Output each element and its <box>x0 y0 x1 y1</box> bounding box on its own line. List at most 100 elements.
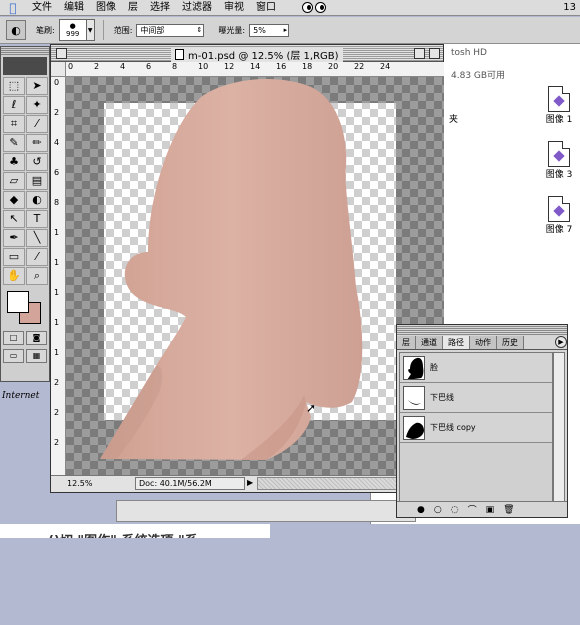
eraser-icon[interactable]: ▱ <box>3 172 25 190</box>
tab-channels[interactable]: 通道 <box>416 336 443 349</box>
hand-icon[interactable]: ✋ <box>3 267 25 285</box>
image-file-icon <box>548 196 570 222</box>
lasso-icon[interactable]: ℓ <box>3 96 25 114</box>
eyedropper-icon[interactable]: ⁄ <box>26 248 48 266</box>
tools-titlebar[interactable] <box>1 47 49 55</box>
paths-titlebar[interactable] <box>397 325 567 335</box>
dodge-tool-icon[interactable]: ◐ <box>6 20 26 40</box>
path-row-face[interactable]: 脸 <box>400 353 552 383</box>
slice-icon[interactable]: ⁄ <box>26 115 48 133</box>
ruler-tick-label: 4 <box>54 138 60 147</box>
crop-icon[interactable]: ⌗ <box>3 115 25 133</box>
document-title-group: m-01.psd @ 12.5% (层 1,RGB) <box>171 47 343 62</box>
magic-wand-icon[interactable]: ✦ <box>26 96 48 114</box>
gradient-icon[interactable]: ▤ <box>26 172 48 190</box>
ruler-tick-label: 18 <box>302 62 313 71</box>
ruler-tick-label: 8 <box>172 62 178 71</box>
apple-menu-icon[interactable]:  <box>0 1 26 15</box>
marquee-icon[interactable]: ⬚ <box>3 77 25 95</box>
zoom-level[interactable]: 12.5% <box>67 479 92 488</box>
file-image-3[interactable]: 图像 3 <box>537 141 580 180</box>
ruler-tick-label: 20 <box>328 62 339 71</box>
menu-view[interactable]: 审视 <box>218 0 250 16</box>
menu-image[interactable]: 图像 <box>90 0 122 16</box>
pencil-icon[interactable]: ✏ <box>26 134 48 152</box>
tab-paths[interactable]: 路径 <box>443 336 470 349</box>
ruler-tick-label: 1 <box>54 288 60 297</box>
line-icon[interactable]: ╲ <box>26 229 48 247</box>
vertical-ruler[interactable]: 0 2 4 6 8 1 1 1 1 1 2 2 2 <box>51 77 66 476</box>
stamp-icon[interactable]: ♣ <box>3 153 25 171</box>
image-canvas[interactable] <box>66 77 444 476</box>
path-thumbnail <box>403 415 425 440</box>
type-icon[interactable]: T <box>26 210 48 228</box>
doc-size-info[interactable]: Doc: 40.1M/56.2M <box>135 477 245 490</box>
zoom-icon[interactable]: ⌕ <box>26 267 48 285</box>
stroke-path-icon[interactable]: ○ <box>434 505 442 515</box>
screen-mode-row: ▭ ▦ <box>1 347 49 365</box>
ruler-tick-label: 14 <box>250 62 261 71</box>
move-icon[interactable]: ➤ <box>26 77 48 95</box>
menu-filter[interactable]: 过滤器 <box>176 0 218 16</box>
ruler-tick-label: 12 <box>224 62 235 71</box>
standard-mode-icon[interactable]: □ <box>3 331 24 345</box>
screen-mode-icon[interactable]: ▭ <box>3 349 24 363</box>
ruler-tick-label: 2 <box>54 108 60 117</box>
brush-dropdown-arrow-icon[interactable]: ▼ <box>86 19 95 41</box>
close-box-icon[interactable] <box>56 48 67 59</box>
pen-icon[interactable]: ✒ <box>3 229 25 247</box>
menu-layer[interactable]: 层 <box>122 0 144 16</box>
delete-path-icon[interactable]: 🗑 <box>503 505 514 515</box>
jump-to-icon[interactable]: ▦ <box>26 349 47 363</box>
ruler-tick-label: 1 <box>54 258 60 267</box>
tool-grid: ⬚ ➤ ℓ ✦ ⌗ ⁄ ✎ ✏ ♣ ↺ ▱ ▤ ◆ ◐ ↖ T ✒ ╲ ▭ ⁄ … <box>1 77 49 285</box>
collapse-box-icon[interactable] <box>429 48 440 59</box>
quickmask-mode-icon[interactable]: ◙ <box>26 331 47 345</box>
face-path-thumb-icon <box>407 357 424 379</box>
tab-layers[interactable]: 层 <box>397 336 416 349</box>
palette-tabs: 层 通道 路径 动作 历史 ▶ <box>397 336 567 350</box>
new-path-icon[interactable]: ▣ <box>486 505 495 515</box>
make-workpath-icon[interactable]: ⌒ <box>468 503 477 516</box>
ruler-tick-label: 22 <box>354 62 365 71</box>
options-separator <box>102 20 104 40</box>
horizontal-ruler[interactable]: 0 2 4 6 8 10 12 14 16 18 20 22 24 <box>66 62 444 77</box>
brush-picker[interactable]: ● 999 <box>58 19 87 41</box>
notes-icon[interactable]: ▭ <box>3 248 25 266</box>
ruler-tick-label: 1 <box>54 348 60 357</box>
ruler-origin[interactable] <box>51 62 66 77</box>
menu-file[interactable]: 文件 <box>26 0 58 16</box>
path-select-icon[interactable]: ↖ <box>3 210 25 228</box>
brush-icon[interactable]: ✎ <box>3 134 25 152</box>
file-image-7[interactable]: 图像 7 <box>537 196 580 235</box>
document-title: m-01.psd @ 12.5% (层 1,RGB) <box>188 51 339 62</box>
range-select[interactable]: 中间部 ⇕ <box>136 23 205 37</box>
blur-icon[interactable]: ◆ <box>3 191 25 209</box>
file-image-1[interactable]: 图像 1 <box>537 86 580 125</box>
document-status-bar: 12.5% Doc: 40.1M/56.2M ▶ <box>51 475 443 492</box>
path-row-chinline[interactable]: 下巴线 <box>400 383 552 413</box>
document-titlebar[interactable]: m-01.psd @ 12.5% (层 1,RGB) <box>51 45 443 62</box>
photoshop-logo[interactable] <box>3 57 47 75</box>
history-brush-icon[interactable]: ↺ <box>26 153 48 171</box>
exposure-input[interactable]: 5% ▸ <box>249 23 290 37</box>
status-menu-arrow-icon[interactable]: ▶ <box>247 478 253 487</box>
eyes-icon <box>302 2 326 13</box>
foreground-color-swatch[interactable] <box>7 291 29 313</box>
load-selection-icon[interactable]: ◌ <box>451 505 459 515</box>
color-swatches <box>3 289 47 325</box>
tab-actions[interactable]: 动作 <box>470 336 497 349</box>
dodge-icon[interactable]: ◐ <box>26 191 48 209</box>
path-row-chinline-copy[interactable]: 下巴线 copy <box>400 413 552 443</box>
tab-history[interactable]: 历史 <box>497 336 524 349</box>
menu-window[interactable]: 窗口 <box>250 0 282 16</box>
menu-select[interactable]: 选择 <box>144 0 176 16</box>
paths-vertical-scrollbar[interactable] <box>553 352 565 502</box>
palette-menu-icon[interactable]: ▶ <box>555 336 567 348</box>
eye-right-icon <box>315 2 326 13</box>
exposure-arrow-icon: ▸ <box>283 25 288 34</box>
fill-path-icon[interactable]: ● <box>417 505 425 515</box>
chinline-path-thumb-icon <box>408 399 421 405</box>
zoom-box-icon[interactable] <box>414 48 425 59</box>
menu-edit[interactable]: 编辑 <box>58 0 90 16</box>
